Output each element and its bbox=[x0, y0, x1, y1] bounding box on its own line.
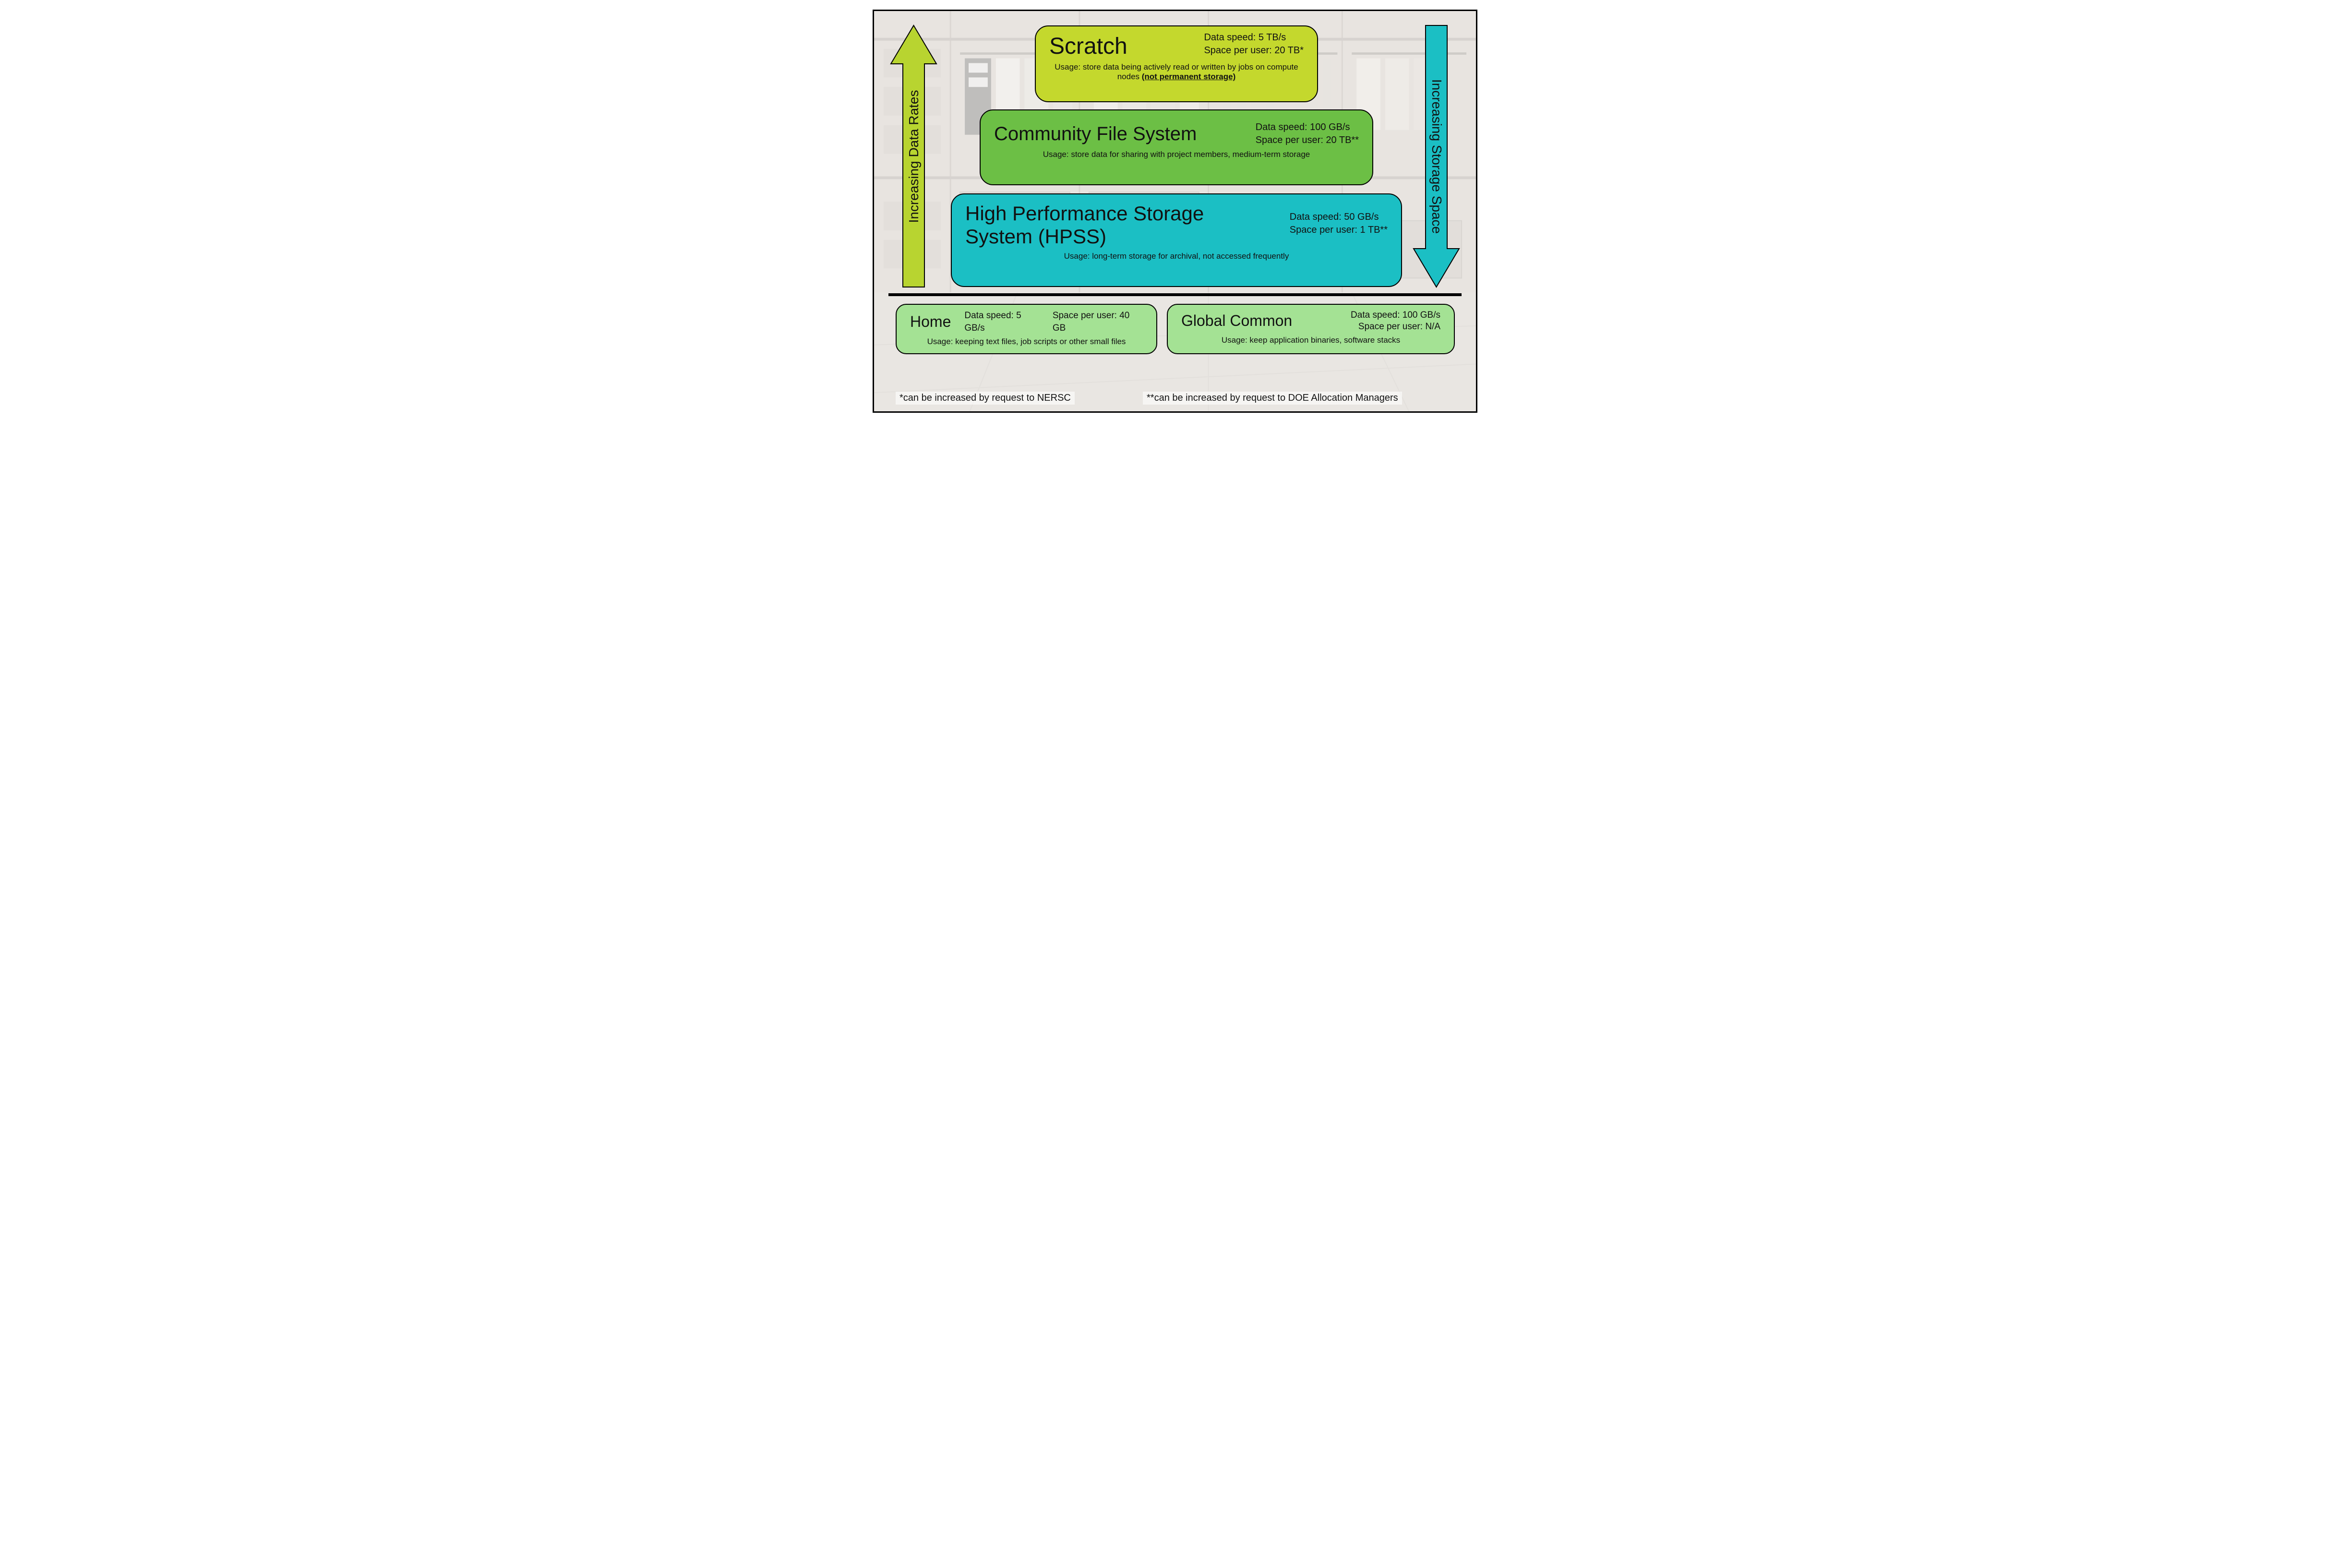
scratch-usage: Usage: store data being actively read or… bbox=[1049, 62, 1304, 82]
home-space: Space per user: 40 GB bbox=[1053, 310, 1143, 334]
home-title: Home bbox=[910, 313, 951, 331]
arrow-left-label: Increasing Data Rates bbox=[906, 90, 922, 223]
footnote-single-asterisk: *can be increased by request to NERSC bbox=[896, 392, 1075, 405]
home-stats: Data speed: 5 GB/s Space per user: 40 GB bbox=[964, 310, 1143, 334]
cfs-title: Community File System bbox=[994, 123, 1197, 145]
home-speed: Data speed: 5 GB/s bbox=[964, 310, 1042, 334]
hpss-space: Space per user: 1 TB** bbox=[1290, 224, 1388, 237]
gcommon-stats: Data speed: 100 GB/s Space per user: N/A bbox=[1351, 310, 1440, 333]
scratch-stats: Data speed: 5 TB/s Space per user: 20 TB… bbox=[1204, 31, 1304, 57]
tier-home: Home Data speed: 5 GB/s Space per user: … bbox=[896, 304, 1157, 354]
footnote-double-asterisk: **can be increased by request to DOE All… bbox=[1143, 392, 1402, 405]
cfs-space: Space per user: 20 TB** bbox=[1256, 134, 1359, 147]
hpss-usage: Usage: long-term storage for archival, n… bbox=[965, 251, 1388, 261]
gcommon-space: Space per user: N/A bbox=[1351, 321, 1440, 333]
scratch-usage-emphasis: (not permanent storage) bbox=[1142, 72, 1236, 81]
hpss-speed: Data speed: 50 GB/s bbox=[1290, 211, 1388, 224]
arrow-increasing-data-rates: Increasing Data Rates bbox=[891, 25, 936, 287]
cfs-stats: Data speed: 100 GB/s Space per user: 20 … bbox=[1256, 121, 1359, 147]
horizontal-divider bbox=[888, 293, 1462, 296]
tier-scratch: Scratch Data speed: 5 TB/s Space per use… bbox=[1035, 25, 1318, 102]
gcommon-speed: Data speed: 100 GB/s bbox=[1351, 310, 1440, 321]
home-usage: Usage: keeping text files, job scripts o… bbox=[910, 337, 1143, 347]
gcommon-usage: Usage: keep application binaries, softwa… bbox=[1181, 335, 1440, 345]
arrow-right-label: Increasing Storage Space bbox=[1429, 79, 1444, 233]
tier-global-common: Global Common Data speed: 100 GB/s Space… bbox=[1167, 304, 1455, 354]
hpss-stats: Data speed: 50 GB/s Space per user: 1 TB… bbox=[1290, 211, 1388, 237]
scratch-space: Space per user: 20 TB* bbox=[1204, 44, 1304, 57]
hpss-title: High Performance Storage System (HPSS) bbox=[965, 202, 1234, 249]
tier-hpss: High Performance Storage System (HPSS) D… bbox=[951, 193, 1402, 287]
arrow-increasing-storage-space: Increasing Storage Space bbox=[1414, 25, 1459, 287]
scratch-speed: Data speed: 5 TB/s bbox=[1204, 31, 1304, 44]
cfs-speed: Data speed: 100 GB/s bbox=[1256, 121, 1359, 134]
diagram-frame: Increasing Data Rates Increasing Storage… bbox=[873, 10, 1477, 413]
tier-community-file-system: Community File System Data speed: 100 GB… bbox=[980, 109, 1373, 185]
scratch-title: Scratch bbox=[1049, 33, 1127, 60]
cfs-usage: Usage: store data for sharing with proje… bbox=[994, 150, 1359, 159]
gcommon-title: Global Common bbox=[1181, 312, 1292, 330]
